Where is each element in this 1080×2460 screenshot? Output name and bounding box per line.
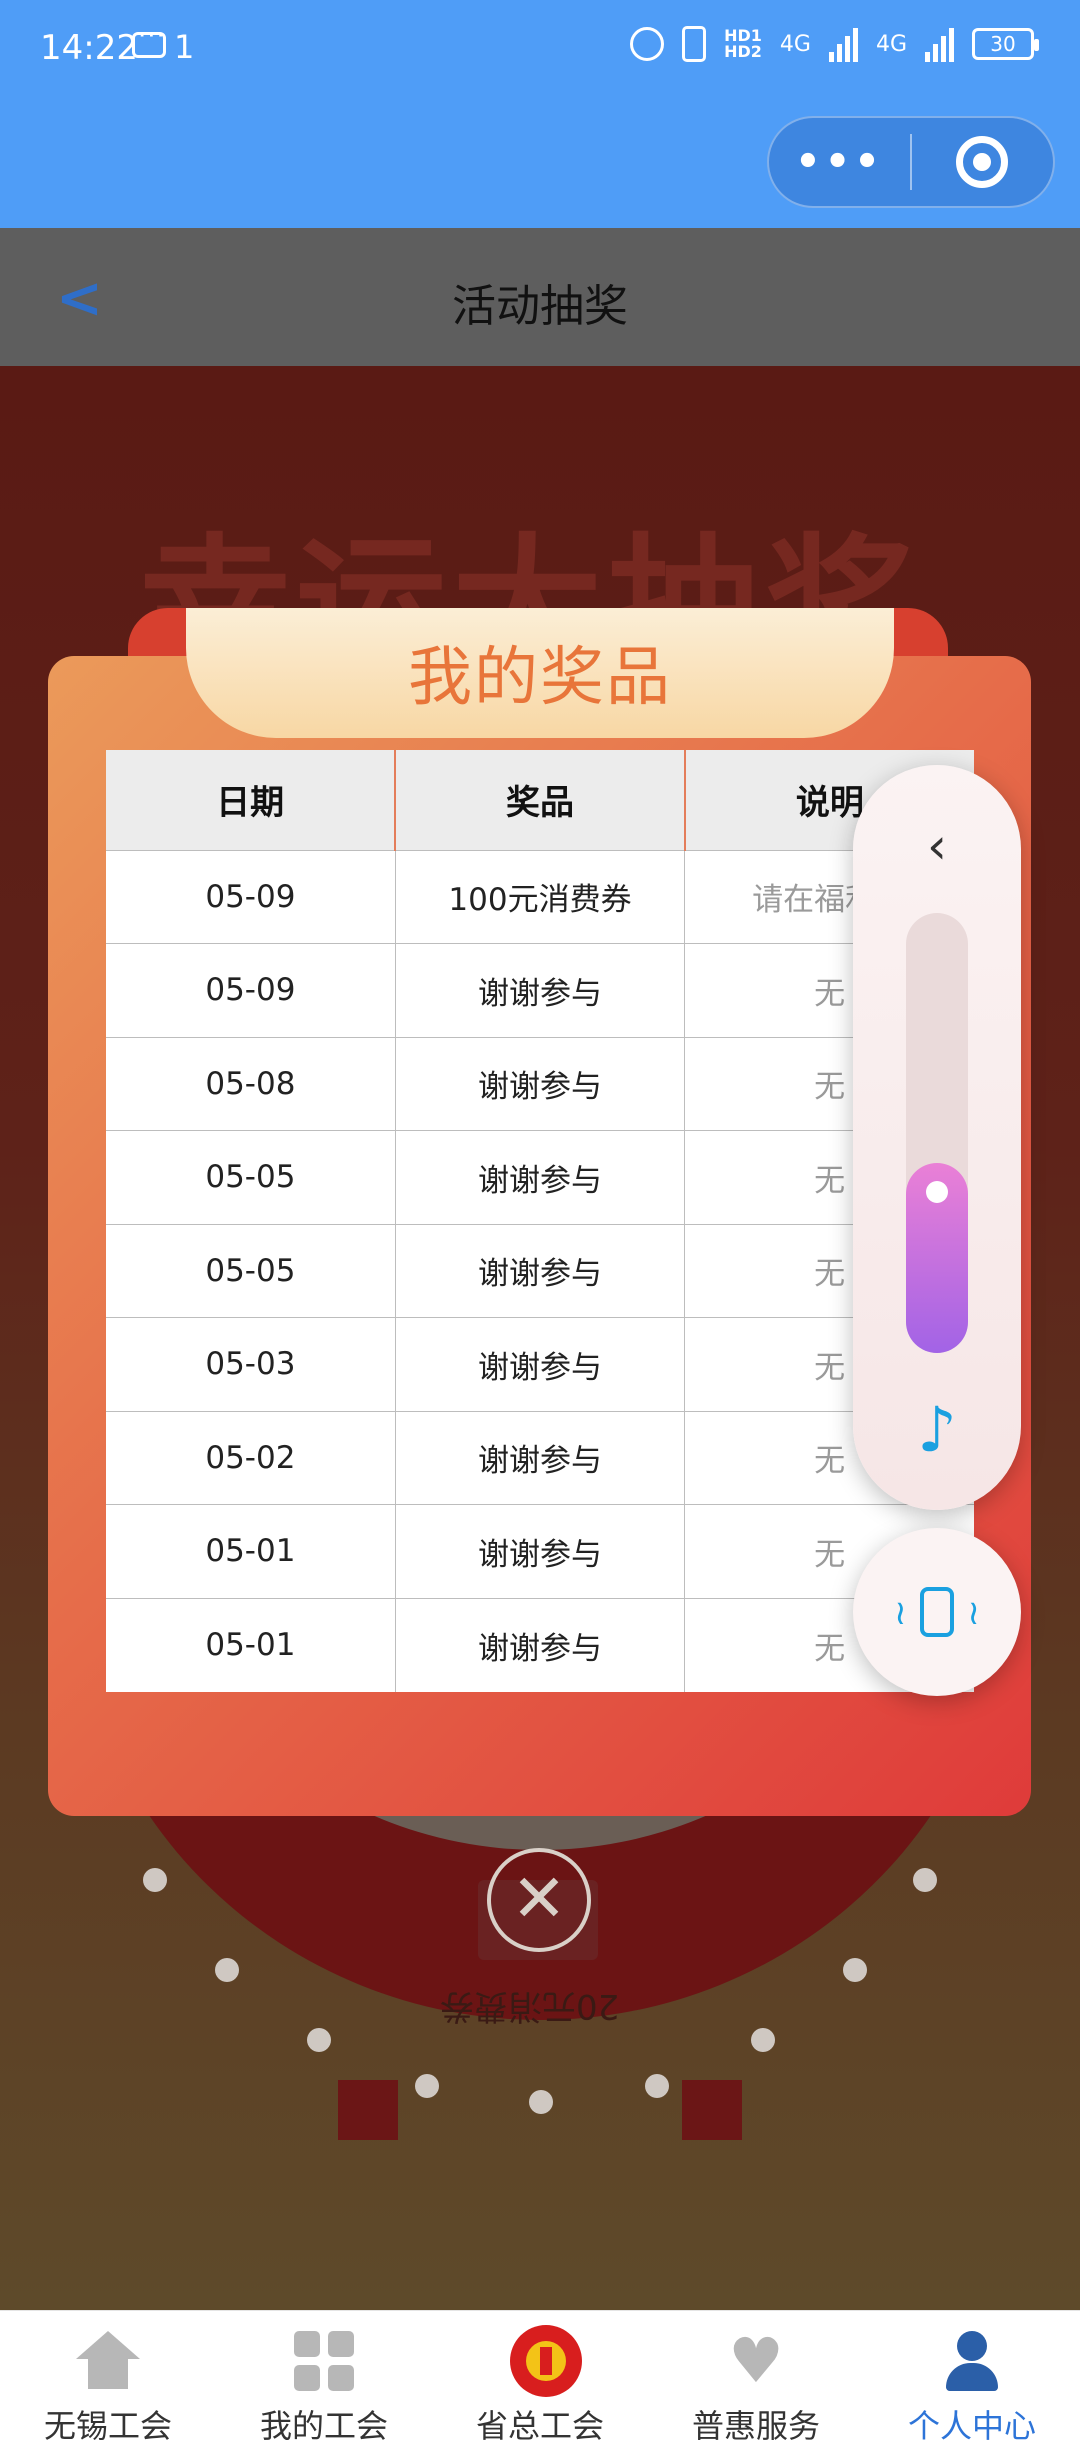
cell-date: 05-02	[106, 1410, 396, 1505]
home-icon	[76, 2331, 140, 2391]
table-row: 05-08 谢谢参与无	[106, 1036, 974, 1131]
cell-date: 05-01	[106, 1504, 396, 1598]
table-row: 05-01 谢谢参与无	[106, 1504, 974, 1598]
table-row: 05-09 谢谢参与无	[106, 943, 974, 1037]
vibration-toggle-button[interactable]	[853, 1528, 1021, 1696]
cell-date: 05-03	[106, 1317, 396, 1411]
tab-label: 个人中心	[907, 2407, 1036, 2445]
table-row: 05-09 100元消费券 请在福利中	[106, 849, 974, 944]
column-header-date: 日期	[106, 750, 397, 850]
table-row: 05-05 谢谢参与无	[106, 1223, 974, 1318]
wheel-light	[215, 1958, 239, 1982]
grid-icon	[294, 2331, 354, 2391]
message-icon	[132, 21, 166, 58]
wheel-light	[143, 1868, 167, 1892]
modal-title: 我的奖品	[408, 641, 672, 715]
vibrate-icon	[682, 26, 707, 62]
prize-table: 日期 奖品 说明 05-09 100元消费券 请在福利中 05-09 谢谢参与无 05…	[106, 750, 974, 1692]
signal-icon-1	[828, 26, 858, 62]
cell-date: 05-05	[106, 1130, 396, 1224]
cell-date: 05-05	[106, 1223, 396, 1318]
wheel-prize-label: 20元消费券	[440, 1986, 620, 2026]
tab-benefit-services[interactable]: ♥ 普惠服务	[648, 2311, 864, 2460]
cell-prize: 谢谢参与	[395, 1410, 686, 1505]
cell-prize: 谢谢参与	[395, 1130, 686, 1224]
cell-prize: 谢谢参与	[395, 1317, 686, 1411]
floating-control-panel: ‹ ♪	[853, 765, 1021, 1510]
cell-prize: 谢谢参与	[395, 1223, 686, 1318]
wheel-stand-left	[338, 2080, 398, 2140]
page-title: 活动抽奖	[452, 281, 628, 332]
tab-label: 普惠服务	[691, 2407, 820, 2445]
table-row: 05-01 谢谢参与无	[106, 1597, 974, 1692]
tab-label: 我的工会	[259, 2407, 388, 2445]
cell-date: 05-01	[106, 1597, 396, 1692]
cell-date: 05-09	[106, 943, 396, 1037]
bottom-tab-bar: 无锡工会 我的工会 省总工会 ♥ 普惠服务 个人中心	[0, 2310, 1080, 2460]
tab-label: 无锡工会	[43, 2407, 172, 2445]
modal-title-tab: 我的奖品	[186, 608, 894, 738]
collapse-chevron-icon[interactable]: ‹	[853, 817, 1021, 875]
wheel-light	[529, 2090, 553, 2114]
cell-prize: 谢谢参与	[395, 1504, 686, 1598]
union-emblem-icon	[510, 2325, 582, 2397]
capsule-menu: •••	[767, 116, 1055, 208]
cell-prize: 谢谢参与	[395, 1597, 686, 1692]
target-icon	[956, 136, 1009, 188]
tab-provincial-union[interactable]: 省总工会	[432, 2311, 648, 2460]
tab-label: 省总工会	[475, 2407, 604, 2445]
wheel-light	[751, 2028, 775, 2052]
navigation-bar: < 活动抽奖	[0, 228, 1080, 366]
tab-my-union[interactable]: 我的工会	[216, 2311, 432, 2460]
cell-date: 05-09	[106, 849, 396, 944]
wheel-light	[415, 2074, 439, 2098]
cell-date: 05-08	[106, 1036, 396, 1131]
message-count: 1	[174, 28, 195, 66]
network-4g-1: 4G	[779, 31, 811, 57]
status-icons: HD1 HD2 4G 4G 30	[630, 26, 1039, 62]
wheel-stand-right	[682, 2080, 742, 2140]
tab-wuxi-union[interactable]: 无锡工会	[0, 2311, 216, 2460]
network-4g-2: 4G	[875, 31, 907, 57]
table-row: 05-03 谢谢参与无	[106, 1317, 974, 1411]
cell-prize: 谢谢参与	[395, 1036, 686, 1131]
wheel-light	[307, 2028, 331, 2052]
music-note-icon[interactable]: ♪	[853, 1393, 1021, 1466]
cell-prize: 谢谢参与	[395, 943, 686, 1037]
close-dialog-button[interactable]: ✕	[487, 1848, 591, 1952]
more-dots-icon[interactable]: •••	[769, 139, 910, 185]
wheel-light	[913, 1868, 937, 1892]
battery-icon: 30	[972, 28, 1039, 60]
table-row: 05-05 谢谢参与无	[106, 1130, 974, 1224]
column-header-prize: 奖品	[395, 750, 686, 850]
status-bar: 14:22 1 HD1HD2 4G 4G 30	[0, 0, 1080, 100]
status-time: 14:22	[40, 28, 138, 68]
table-header-row: 日期 奖品 说明	[106, 750, 974, 850]
volume-slider-handle[interactable]	[926, 1181, 948, 1203]
tab-personal-center[interactable]: 个人中心	[864, 2311, 1080, 2460]
signal-icon-2	[925, 26, 954, 62]
alarm-icon	[630, 27, 665, 61]
table-row: 05-02 谢谢参与无	[106, 1410, 974, 1505]
user-icon	[942, 2331, 1002, 2391]
capsule-close-button[interactable]	[912, 136, 1053, 188]
vibration-icon	[894, 1587, 980, 1637]
wheel-light	[843, 1958, 867, 1982]
hd-indicator: HD1 HD2	[724, 26, 762, 61]
cell-prize: 100元消费券	[395, 849, 686, 944]
wheel-light	[645, 2074, 669, 2098]
heart-icon: ♥	[728, 2324, 784, 2397]
